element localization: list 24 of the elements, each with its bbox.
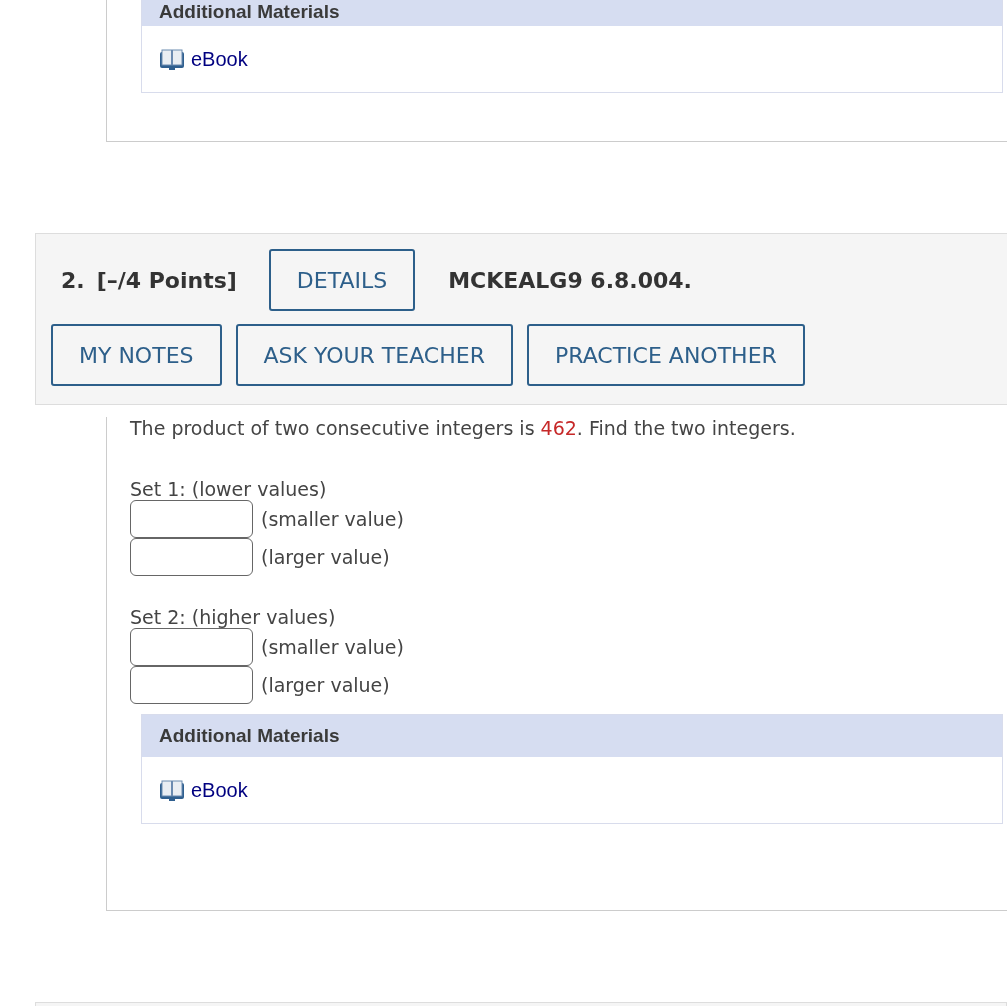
set-label: Set 2: (higher values) — [130, 606, 337, 628]
materials-heading: Additional Materials — [142, 715, 1002, 757]
answer-field[interactable] — [130, 538, 253, 576]
question-number: 2. — [61, 267, 85, 293]
answer-label: (smaller value) — [261, 636, 404, 658]
question-text: The product of two consecutive integers is 462. Find the two integers. — [130, 417, 797, 439]
answer-label: (larger value) — [261, 546, 390, 568]
book-icon — [159, 779, 185, 802]
set-label: Set 1: (lower values) — [130, 478, 328, 500]
answer-label: (larger value) — [261, 674, 390, 696]
answer-field[interactable] — [130, 666, 253, 704]
answer-label: (smaller value) — [261, 508, 404, 530]
action-button[interactable]: MY NOTES — [51, 324, 222, 386]
materials-heading: Additional Materials — [142, 0, 1002, 26]
action-button[interactable]: PRACTICE ANOTHER — [526, 324, 805, 386]
action-button[interactable]: ASK YOUR TEACHER — [235, 324, 513, 386]
details-button[interactable]: DETAILS — [268, 249, 416, 311]
ebook-link[interactable]: eBook — [159, 48, 248, 71]
points-label: [–/4 Points] — [96, 267, 237, 293]
ebook-link[interactable]: eBook — [159, 779, 248, 802]
book-icon — [159, 48, 185, 71]
question-code: MCKEALG9 6.8.004. — [448, 267, 692, 293]
answer-field[interactable] — [130, 628, 253, 666]
answer-field[interactable] — [130, 500, 253, 538]
